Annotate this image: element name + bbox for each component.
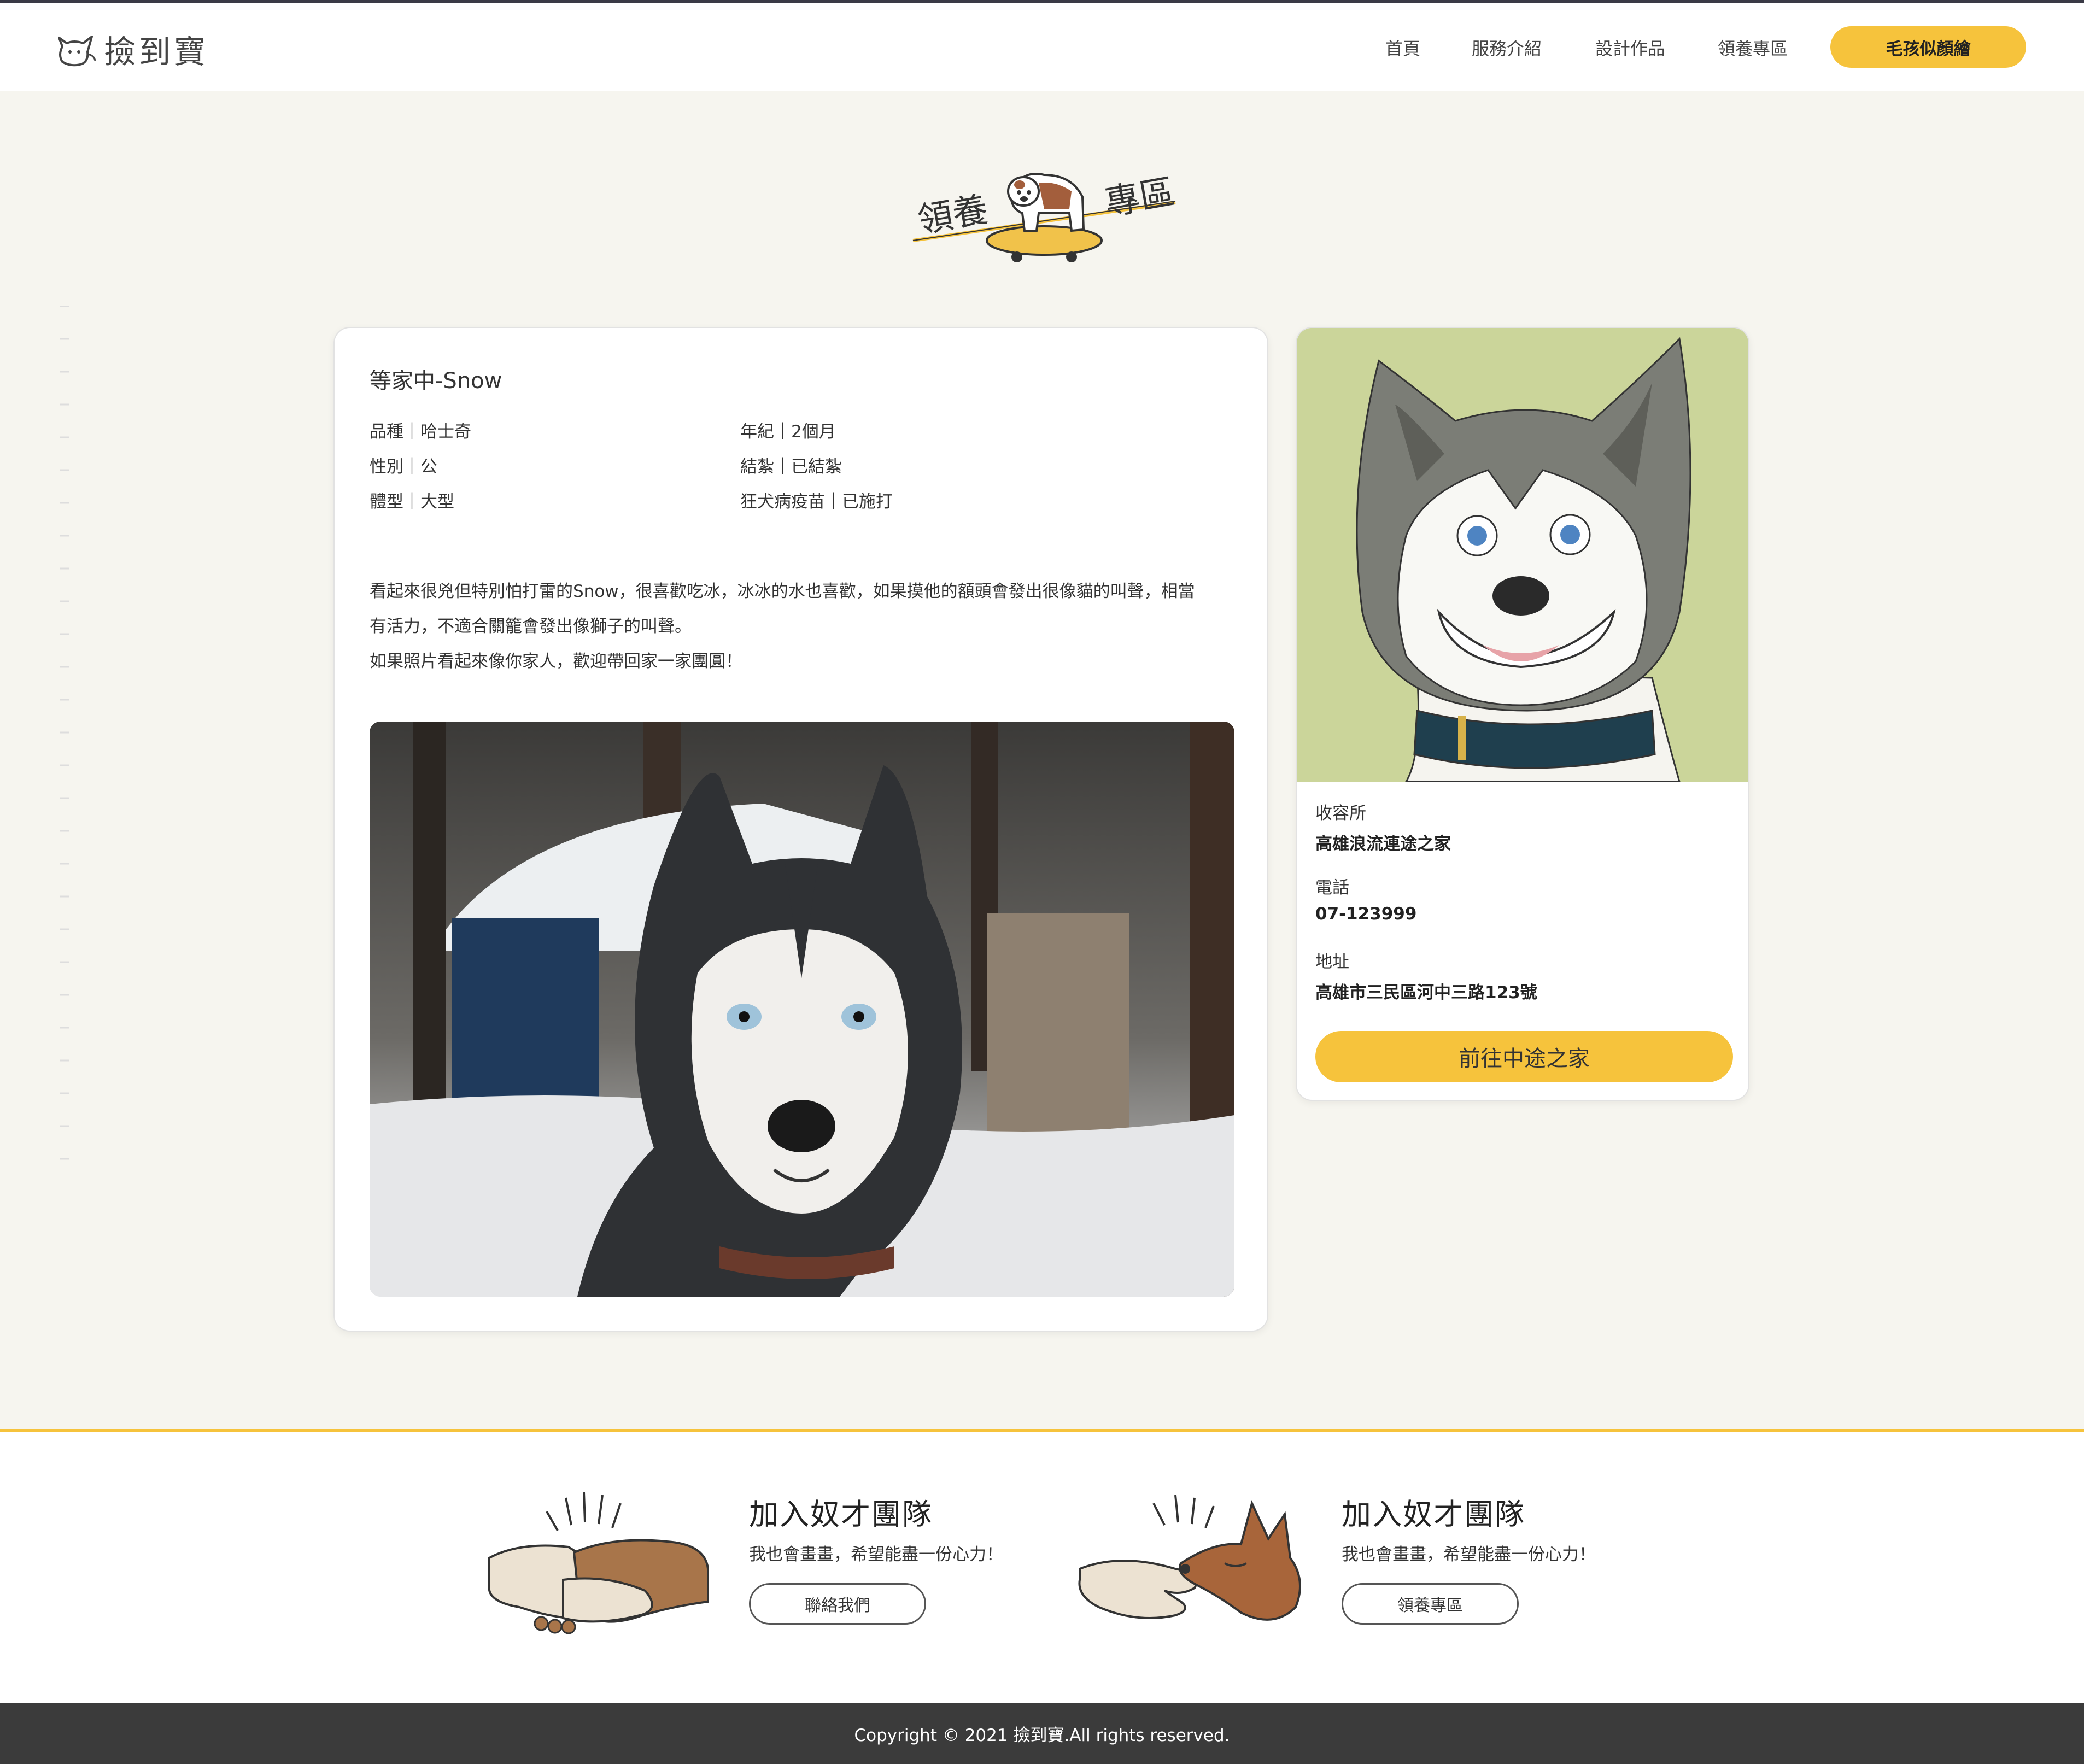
attr-size: 體型｜大型: [370, 492, 454, 512]
nav-services[interactable]: 服務介紹: [1472, 35, 1542, 60]
adoption-area-button[interactable]: 領養專區: [1342, 1583, 1519, 1625]
nav-portfolio[interactable]: 設計作品: [1595, 35, 1665, 60]
handshake-icon: [488, 1492, 709, 1634]
logo[interactable]: 撿到寶: [55, 27, 209, 71]
go-to-shelter-button[interactable]: 前往中途之家: [1315, 1031, 1733, 1082]
nav-adoption[interactable]: 領養專區: [1718, 35, 1788, 60]
decorative-dashes: [60, 306, 69, 1160]
husky-photo: [370, 722, 1234, 1297]
desc-line-1: 看起來很兇但特別怕打雷的Snow，很喜歡吃冰，冰冰的水也喜歡，如果摸他的額頭會發…: [370, 582, 1195, 601]
shelter-address: 高雄市三民區河中三路123號: [1315, 983, 1537, 1003]
copyright-text: Copyright © 2021 撿到寶.All rights reserved…: [854, 1726, 1230, 1745]
shelter-card: 收容所 高雄浪流連途之家 電話 07-123999 地址 高雄市三民區河中三路1…: [1296, 327, 1749, 1101]
husky-illustration: [1297, 328, 1748, 783]
desc-line-3: 如果照片看起來像你家人，歡迎帶回家一家團圓！: [370, 652, 742, 671]
site-header: 撿到寶 首頁 服務介紹 設計作品 領養專區 毛孩似顏繪: [0, 3, 2084, 91]
pet-title: 等家中-Snow: [370, 368, 502, 394]
label-shelter: 收容所: [1315, 804, 1366, 823]
pet-detail-card: 等家中-Snow 品種｜哈士奇 年紀｜2個月 性別｜公 結紮｜已結紮 體型｜大型…: [333, 327, 1268, 1332]
copyright-bar: Copyright © 2021 撿到寶.All rights reserved…: [0, 1703, 2084, 1764]
pet-description: 看起來很兇但特別怕打雷的Snow，很喜歡吃冰，冰冰的水也喜歡，如果摸他的額頭會發…: [370, 574, 1233, 679]
hand-dog-icon: [1078, 1495, 1301, 1621]
shelter-phone[interactable]: 07-123999: [1315, 904, 1416, 924]
portrait-cta-button[interactable]: 毛孩似顏繪: [1830, 26, 2026, 68]
cta-1-title: 加入奴才團隊: [749, 1497, 933, 1532]
section-title-badge: 領養 專區: [908, 159, 1181, 268]
cat-logo-icon: [58, 36, 96, 67]
desc-line-2: 有活力，不適合關籠會發出像獅子的叫聲。: [370, 617, 692, 636]
label-address: 地址: [1315, 952, 1349, 972]
attr-breed: 品種｜哈士奇: [370, 422, 471, 442]
attr-vaccine: 狂犬病疫苗｜已施打: [740, 492, 893, 512]
attr-age: 年紀｜2個月: [740, 422, 836, 442]
cta-2-subtitle: 我也會畫畫，希望能盡一份心力！: [1342, 1545, 1596, 1564]
contact-us-button[interactable]: 聯絡我們: [749, 1583, 926, 1625]
attr-neutered: 結紮｜已結紮: [740, 457, 842, 477]
footer-cta-band: 加入奴才團隊 我也會畫畫，希望能盡一份心力！ 聯絡我們 加入奴才團隊 我也會畫畫…: [0, 1432, 2084, 1703]
attr-sex: 性別｜公: [370, 457, 437, 477]
logo-text: 撿到寶: [104, 33, 209, 71]
nav-home[interactable]: 首頁: [1385, 35, 1420, 60]
cta-1-subtitle: 我也會畫畫，希望能盡一份心力！: [749, 1545, 1003, 1564]
cta-2-title: 加入奴才團隊: [1342, 1497, 1525, 1532]
shelter-name: 高雄浪流連途之家: [1315, 834, 1451, 854]
label-phone: 電話: [1315, 878, 1349, 898]
